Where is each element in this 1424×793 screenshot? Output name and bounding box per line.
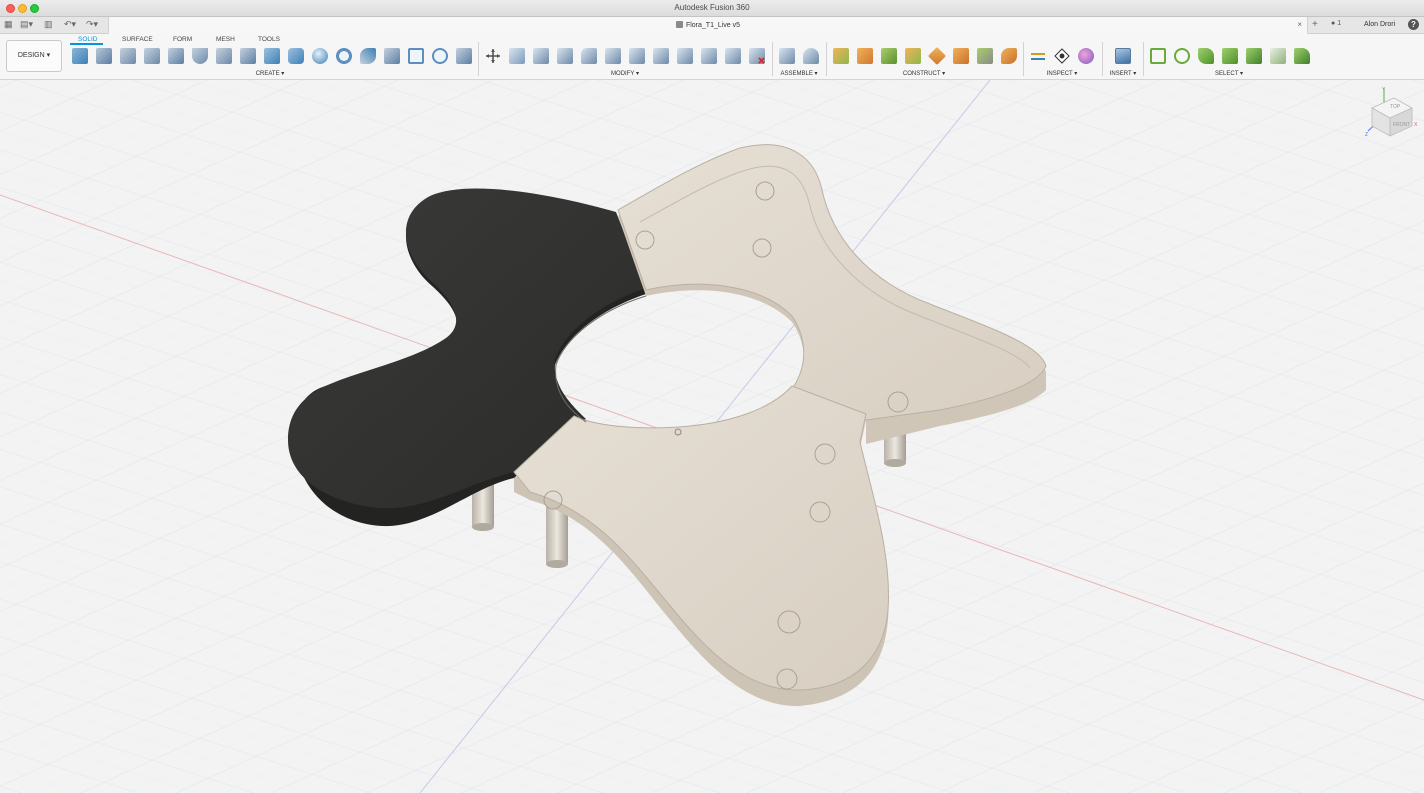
tangent-plane-icon[interactable] <box>881 48 897 64</box>
title-bar: Autodesk Fusion 360 <box>0 0 1424 17</box>
select-edge-icon[interactable] <box>1270 48 1286 64</box>
scale-icon[interactable] <box>629 48 645 64</box>
insert-menu[interactable]: INSERT ▾ <box>1110 70 1136 77</box>
plane-along-path-icon[interactable] <box>977 48 993 64</box>
web-icon[interactable] <box>216 48 232 64</box>
axis-z-label: Z <box>1365 132 1368 138</box>
toolbar-separator <box>1102 42 1103 76</box>
tab-form[interactable]: FORM <box>173 36 192 43</box>
toolbar-separator <box>1023 42 1024 76</box>
toolbar-separator <box>772 42 773 76</box>
draft-icon[interactable] <box>605 48 621 64</box>
toolbar-separator <box>1143 42 1144 76</box>
coil-icon[interactable] <box>360 48 376 64</box>
app-grid-icon[interactable]: ▦ <box>4 19 13 30</box>
pipe-icon[interactable] <box>384 48 400 64</box>
measure-icon[interactable] <box>1030 48 1046 64</box>
create-menu[interactable]: CREATE ▾ <box>256 70 285 77</box>
split-body-icon[interactable] <box>749 48 765 64</box>
workspace-switcher[interactable]: DESIGN ▾ <box>6 40 62 72</box>
move-icon[interactable] <box>485 48 501 64</box>
replace-face-icon[interactable] <box>701 48 717 64</box>
inspect-menu[interactable]: INSPECT ▾ <box>1047 70 1078 77</box>
chamfer-icon[interactable] <box>557 48 573 64</box>
active-tab-indicator <box>70 43 103 45</box>
select-menu[interactable]: SELECT ▾ <box>1215 70 1243 77</box>
tab-surface[interactable]: SURFACE <box>122 36 153 43</box>
rib-icon[interactable] <box>192 48 208 64</box>
axis-x-label: X <box>1414 122 1418 128</box>
split-face-icon[interactable] <box>725 48 741 64</box>
selection-filter-icon[interactable] <box>1294 48 1310 64</box>
toolbar-separator <box>478 42 479 76</box>
hole-icon[interactable] <box>240 48 256 64</box>
toolbar-separator <box>826 42 827 76</box>
loft-icon[interactable] <box>168 48 184 64</box>
tab-solid[interactable]: SOLID <box>78 36 98 43</box>
cylinder-icon[interactable] <box>288 48 304 64</box>
axis-icon[interactable] <box>927 46 947 66</box>
new-tab-icon[interactable]: + <box>1312 19 1318 30</box>
help-icon[interactable]: ? <box>1408 19 1419 30</box>
mirror-icon[interactable] <box>432 48 448 64</box>
tab-tools[interactable]: TOOLS <box>258 36 280 43</box>
3d-viewport[interactable] <box>0 80 1424 793</box>
pattern-icon[interactable] <box>408 48 424 64</box>
scene-svg <box>0 80 1424 793</box>
save-icon[interactable]: ▥ <box>44 19 53 30</box>
job-count: 1 <box>1337 20 1342 27</box>
user-account[interactable]: Alon Drori <box>1364 21 1395 28</box>
create-sketch-icon[interactable] <box>72 48 88 64</box>
box-icon[interactable] <box>264 48 280 64</box>
select-face-icon[interactable] <box>1246 48 1262 64</box>
joint-icon[interactable] <box>803 48 819 64</box>
job-status[interactable]: ● 1 <box>1331 20 1341 27</box>
document-tab-label: Flora_T1_Live v5 <box>685 22 741 29</box>
sphere-icon[interactable] <box>312 48 328 64</box>
close-tab-icon[interactable]: × <box>1297 20 1302 29</box>
undo-icon[interactable]: ↶▾ <box>64 19 76 30</box>
interference-icon[interactable] <box>1054 48 1070 64</box>
window-title: Autodesk Fusion 360 <box>674 3 750 12</box>
point-icon[interactable] <box>953 48 969 64</box>
combine-icon[interactable] <box>653 48 669 64</box>
axis-y-label: Y <box>1382 87 1386 93</box>
insert-image-icon[interactable] <box>1115 48 1131 64</box>
document-tab-bar: ▦ ▤▾ ▥ ↶▾ ↷▾ Flora_T1_Live v5 × + ● 1 Al… <box>0 17 1424 34</box>
viewcube-top-label: TOP <box>1390 104 1401 110</box>
select-body-icon[interactable] <box>1222 48 1238 64</box>
offset-face-icon[interactable] <box>677 48 693 64</box>
revolve-icon[interactable] <box>120 48 136 64</box>
paint-select-icon[interactable] <box>1198 48 1214 64</box>
new-component-icon[interactable] <box>779 48 795 64</box>
assemble-menu[interactable]: ASSEMBLE ▾ <box>780 70 817 77</box>
fusion-window: Autodesk Fusion 360 ▦ ▤▾ ▥ ↶▾ ↷▾ Flora_T… <box>0 0 1424 793</box>
redo-icon[interactable]: ↷▾ <box>86 19 98 30</box>
fillet-icon[interactable] <box>533 48 549 64</box>
plane-through-points-icon[interactable] <box>1001 48 1017 64</box>
torus-icon[interactable] <box>336 48 352 64</box>
freeform-select-icon[interactable] <box>1174 48 1190 64</box>
sweep-icon[interactable] <box>144 48 160 64</box>
construct-menu[interactable]: CONSTRUCT ▾ <box>903 70 945 77</box>
document-icon <box>675 21 683 28</box>
viewcube[interactable]: TOP FRONT Y X Z <box>1362 86 1420 140</box>
document-tab[interactable]: Flora_T1_Live v5 × <box>108 17 1308 34</box>
file-menu-icon[interactable]: ▤▾ <box>20 19 33 30</box>
midplane-icon[interactable] <box>905 48 921 64</box>
zebra-analysis-icon[interactable] <box>1078 48 1094 64</box>
shell-icon[interactable] <box>581 48 597 64</box>
plane-at-angle-icon[interactable] <box>857 48 873 64</box>
offset-plane-icon[interactable] <box>833 48 849 64</box>
tab-mesh[interactable]: MESH <box>216 36 235 43</box>
viewcube-front-label: FRONT <box>1393 122 1410 128</box>
press-pull-icon[interactable] <box>509 48 525 64</box>
window-select-icon[interactable] <box>1150 48 1166 64</box>
toolbar: DESIGN ▾ SOLID SURFACE FORM MESH TOOLS C… <box>0 34 1424 80</box>
modify-menu[interactable]: MODIFY ▾ <box>611 70 639 77</box>
extrude-icon[interactable] <box>96 48 112 64</box>
thicken-icon[interactable] <box>456 48 472 64</box>
